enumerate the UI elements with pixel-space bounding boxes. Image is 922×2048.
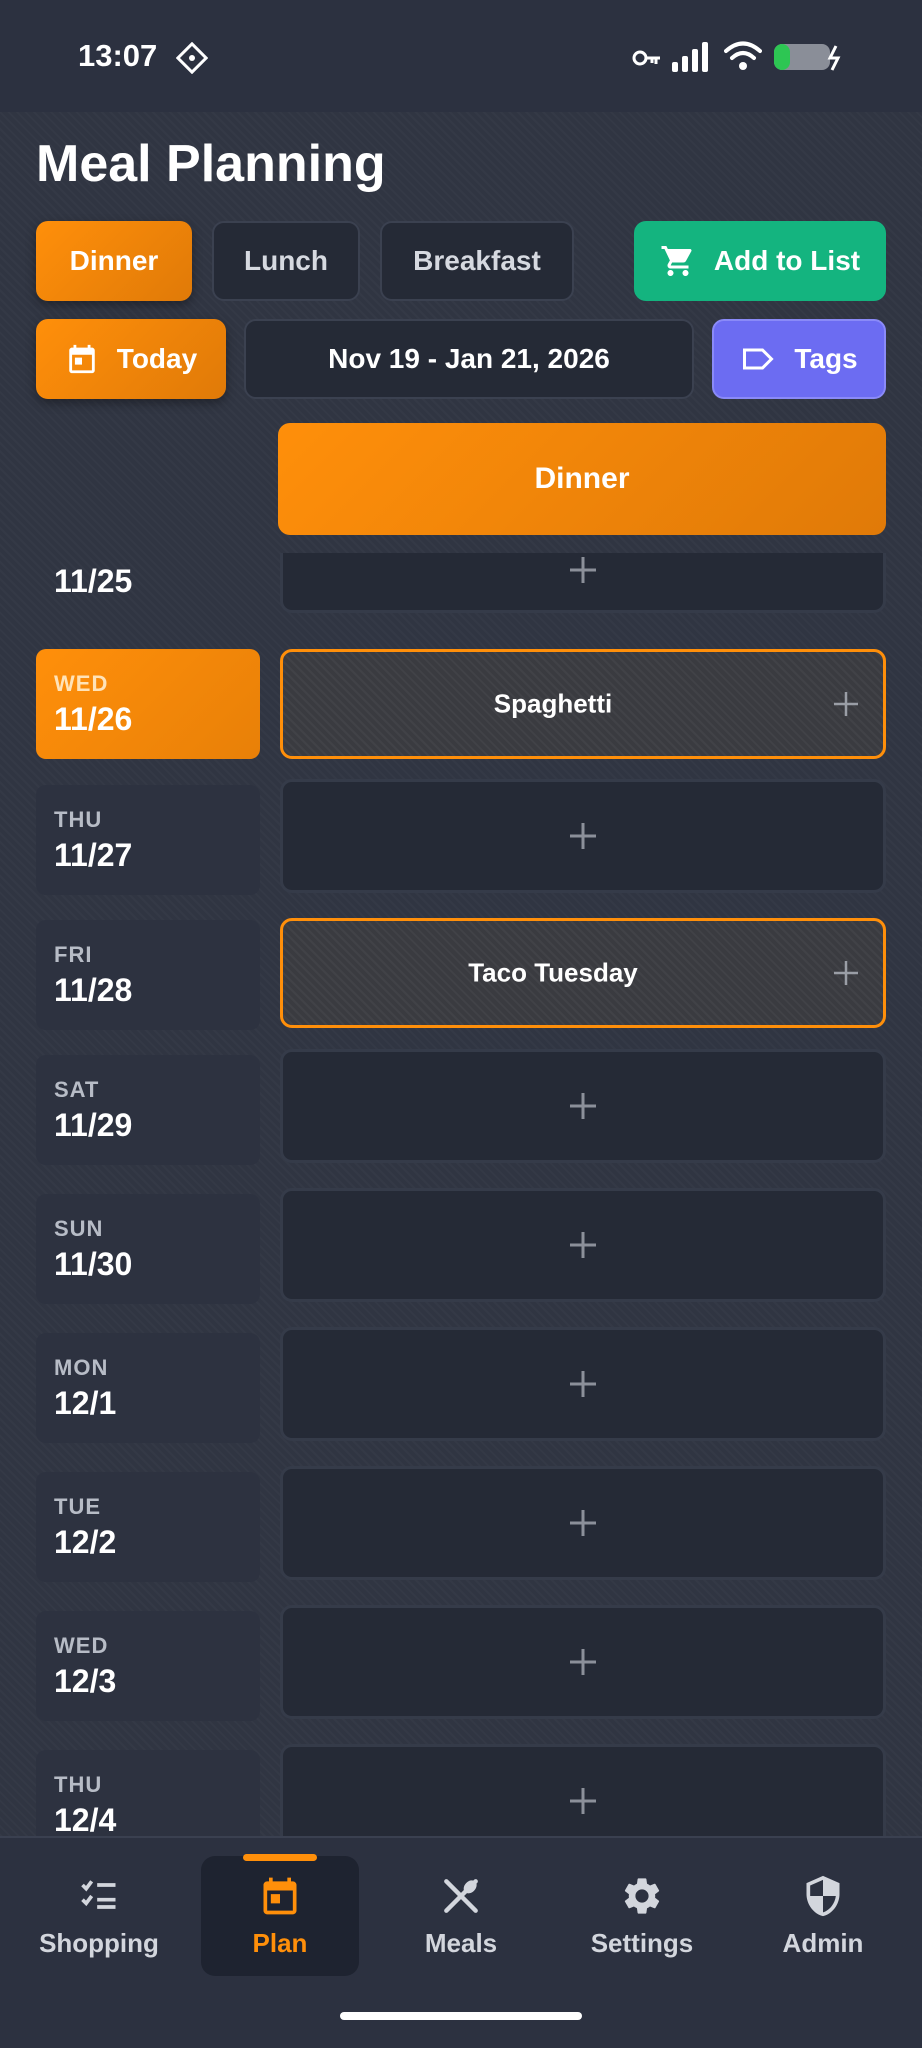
add-to-list-button[interactable]: Add to List (634, 221, 886, 301)
plus-icon (570, 823, 596, 849)
tab-lunch-label: Lunch (244, 245, 328, 276)
tab-dinner-label: Dinner (69, 245, 159, 276)
status-time: 13:07 (78, 38, 158, 73)
day-label: SUN 11/30 (36, 1194, 260, 1304)
day-of-week: THU (54, 807, 103, 832)
meal-cell-empty[interactable] (280, 1466, 886, 1580)
day-date: 11/28 (54, 972, 133, 1008)
vpn-key-icon (632, 50, 660, 66)
meal-plan-grid[interactable]: 11/25 WED 11/26 Spaghetti THU 11/27 FRI … (0, 553, 922, 1836)
day-label: THU 12/4 (36, 1750, 260, 1836)
meal-cell-empty[interactable] (280, 1744, 886, 1836)
day-date: 12/4 (54, 1802, 117, 1836)
day-date: 12/2 (54, 1524, 117, 1560)
meal-cell-empty[interactable] (280, 1327, 886, 1441)
day-date: 12/3 (54, 1663, 117, 1699)
day-date: 11/26 (54, 701, 133, 737)
day-of-week: FRI (54, 942, 93, 967)
meal-cell-empty[interactable] (280, 779, 886, 893)
cart-icon (661, 246, 692, 276)
nav-plan-label: Plan (252, 1928, 308, 1958)
meal-cell-empty[interactable] (280, 1049, 886, 1163)
plus-icon[interactable] (831, 958, 861, 988)
checklist-icon (81, 1880, 116, 1909)
today-button[interactable]: Today (36, 319, 226, 399)
plus-icon (570, 1093, 596, 1119)
plus-icon (570, 1649, 596, 1675)
day-label: MON 12/1 (36, 1333, 260, 1443)
nav-plan[interactable]: Plan (201, 1854, 359, 1976)
plus-icon (570, 1371, 596, 1397)
day-of-week: THU (54, 1772, 103, 1797)
tab-lunch[interactable]: Lunch (212, 221, 360, 301)
active-indicator (243, 1854, 317, 1861)
day-of-week: SAT (54, 1077, 100, 1102)
day-date: 11/29 (54, 1107, 133, 1143)
day-date: 12/1 (54, 1385, 117, 1421)
tab-breakfast[interactable]: Breakfast (380, 221, 574, 301)
meal-cell-empty[interactable] (280, 553, 886, 613)
day-label: WED 12/3 (36, 1611, 260, 1721)
meal-cell-empty[interactable] (280, 1605, 886, 1719)
meal-cell-filled[interactable]: Taco Tuesday (280, 918, 886, 1028)
plus-icon (570, 1510, 596, 1536)
calendar-icon (263, 1877, 297, 1915)
nav-meals-label: Meals (424, 1928, 498, 1958)
status-bar: 13:07 (0, 0, 922, 112)
day-date: 11/25 (54, 563, 133, 599)
home-indicator (340, 2012, 582, 2020)
calendar-icon (69, 344, 95, 374)
nav-shopping[interactable]: Shopping (20, 1856, 178, 1976)
tag-icon (743, 348, 774, 370)
date-range-text: Nov 19 - Jan 21, 2026 (328, 343, 610, 374)
plus-icon (570, 1232, 596, 1258)
tags-button[interactable]: Tags (712, 319, 886, 399)
day-of-week: TUE (54, 1494, 101, 1519)
day-label: 11/25 (36, 553, 260, 613)
day-label: SAT 11/29 (36, 1055, 260, 1165)
plus-icon[interactable] (831, 689, 861, 719)
nav-meals[interactable]: Meals (382, 1856, 540, 1976)
column-header-label: Dinner (534, 462, 630, 495)
diamond-notification-icon (176, 42, 208, 74)
battery-charging-icon (774, 44, 841, 71)
utensils-icon (444, 1879, 478, 1913)
nav-admin[interactable]: Admin (744, 1856, 902, 1976)
plus-icon (570, 557, 596, 584)
date-range-display[interactable]: Nov 19 - Jan 21, 2026 (244, 319, 694, 399)
nav-shopping-label: Shopping (39, 1928, 159, 1958)
day-of-week: WED (54, 1633, 109, 1658)
day-label: THU 11/27 (36, 785, 260, 895)
signal-icon (672, 42, 708, 72)
day-date: 11/30 (54, 1246, 133, 1282)
tab-breakfast-label: Breakfast (413, 245, 541, 276)
day-of-week: SUN (54, 1216, 104, 1241)
gear-icon (624, 1878, 660, 1914)
page-title: Meal Planning (36, 135, 386, 193)
nav-admin-label: Admin (782, 1928, 864, 1958)
tags-button-label: Tags (794, 343, 858, 374)
meal-cell-filled[interactable]: Spaghetti (280, 649, 886, 759)
add-to-list-label: Add to List (713, 245, 861, 276)
shield-icon (806, 1875, 840, 1917)
today-button-label: Today (116, 343, 198, 374)
day-label: FRI 11/28 (36, 920, 260, 1030)
nav-settings[interactable]: Settings (563, 1856, 721, 1976)
day-of-week: WED (54, 671, 109, 696)
meal-cell-empty[interactable] (280, 1188, 886, 1302)
day-label: TUE 12/2 (36, 1472, 260, 1582)
day-label-today: WED 11/26 (36, 649, 260, 759)
day-date: 11/27 (54, 837, 133, 873)
day-of-week: MON (54, 1355, 109, 1380)
tab-dinner[interactable]: Dinner (36, 221, 192, 301)
plus-icon (570, 1788, 596, 1814)
wifi-icon (724, 41, 762, 70)
nav-settings-label: Settings (590, 1928, 694, 1958)
meal-name: Spaghetti (493, 688, 613, 719)
column-header-dinner: Dinner (278, 423, 886, 535)
meal-name: Taco Tuesday (468, 957, 638, 988)
